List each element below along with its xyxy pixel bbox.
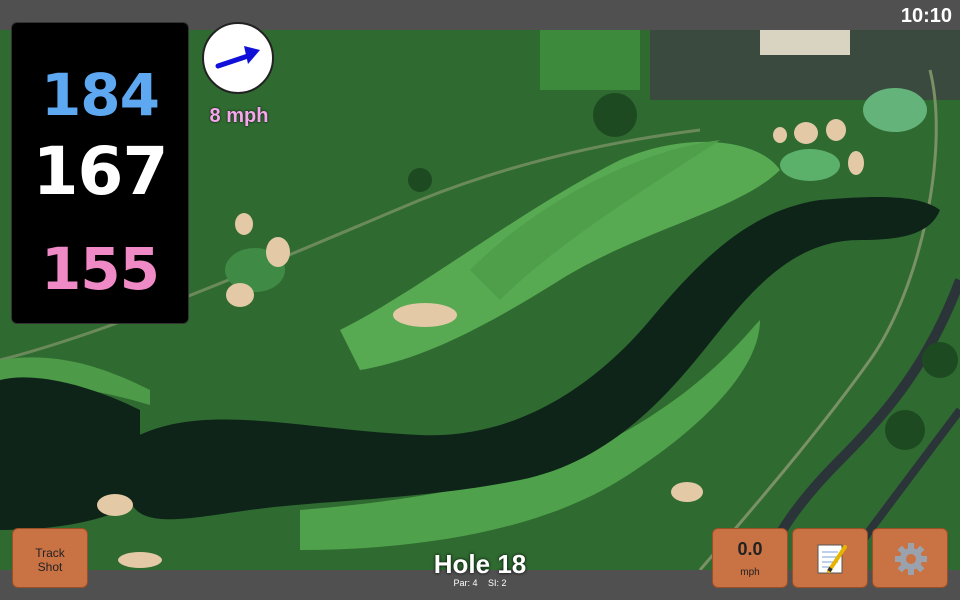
notepad-icon <box>817 544 847 574</box>
arrow-icon <box>215 46 260 69</box>
notes-button[interactable] <box>792 528 868 588</box>
wind-speed-label: 8 mph <box>209 105 269 127</box>
settings-button[interactable] <box>872 528 948 588</box>
clock: 10:10 <box>900 5 952 27</box>
hole-par: Par: 4 <box>453 578 478 588</box>
gear-icon <box>895 543 927 575</box>
track-shot-label-line1: Track <box>35 546 65 560</box>
speed-unit: mph <box>740 567 760 578</box>
track-shot-label-line2: Shot <box>37 560 63 574</box>
wind-direction-dial[interactable] <box>202 22 274 94</box>
distance-panel[interactable]: 184 167 155 <box>11 22 189 324</box>
hole-info: Par: 4 SI: 2 <box>380 578 580 588</box>
speed-button[interactable]: 0.0 mph <box>712 528 788 588</box>
middle-distance: 167 <box>32 133 169 210</box>
front-distance: 155 <box>40 235 160 303</box>
hole-stroke-index: SI: 2 <box>488 578 507 588</box>
speed-value: 0.0 <box>737 539 763 559</box>
track-shot-button[interactable]: Track Shot <box>12 528 88 588</box>
hole-title: Hole 18 <box>433 549 527 579</box>
back-distance: 184 <box>40 61 160 129</box>
